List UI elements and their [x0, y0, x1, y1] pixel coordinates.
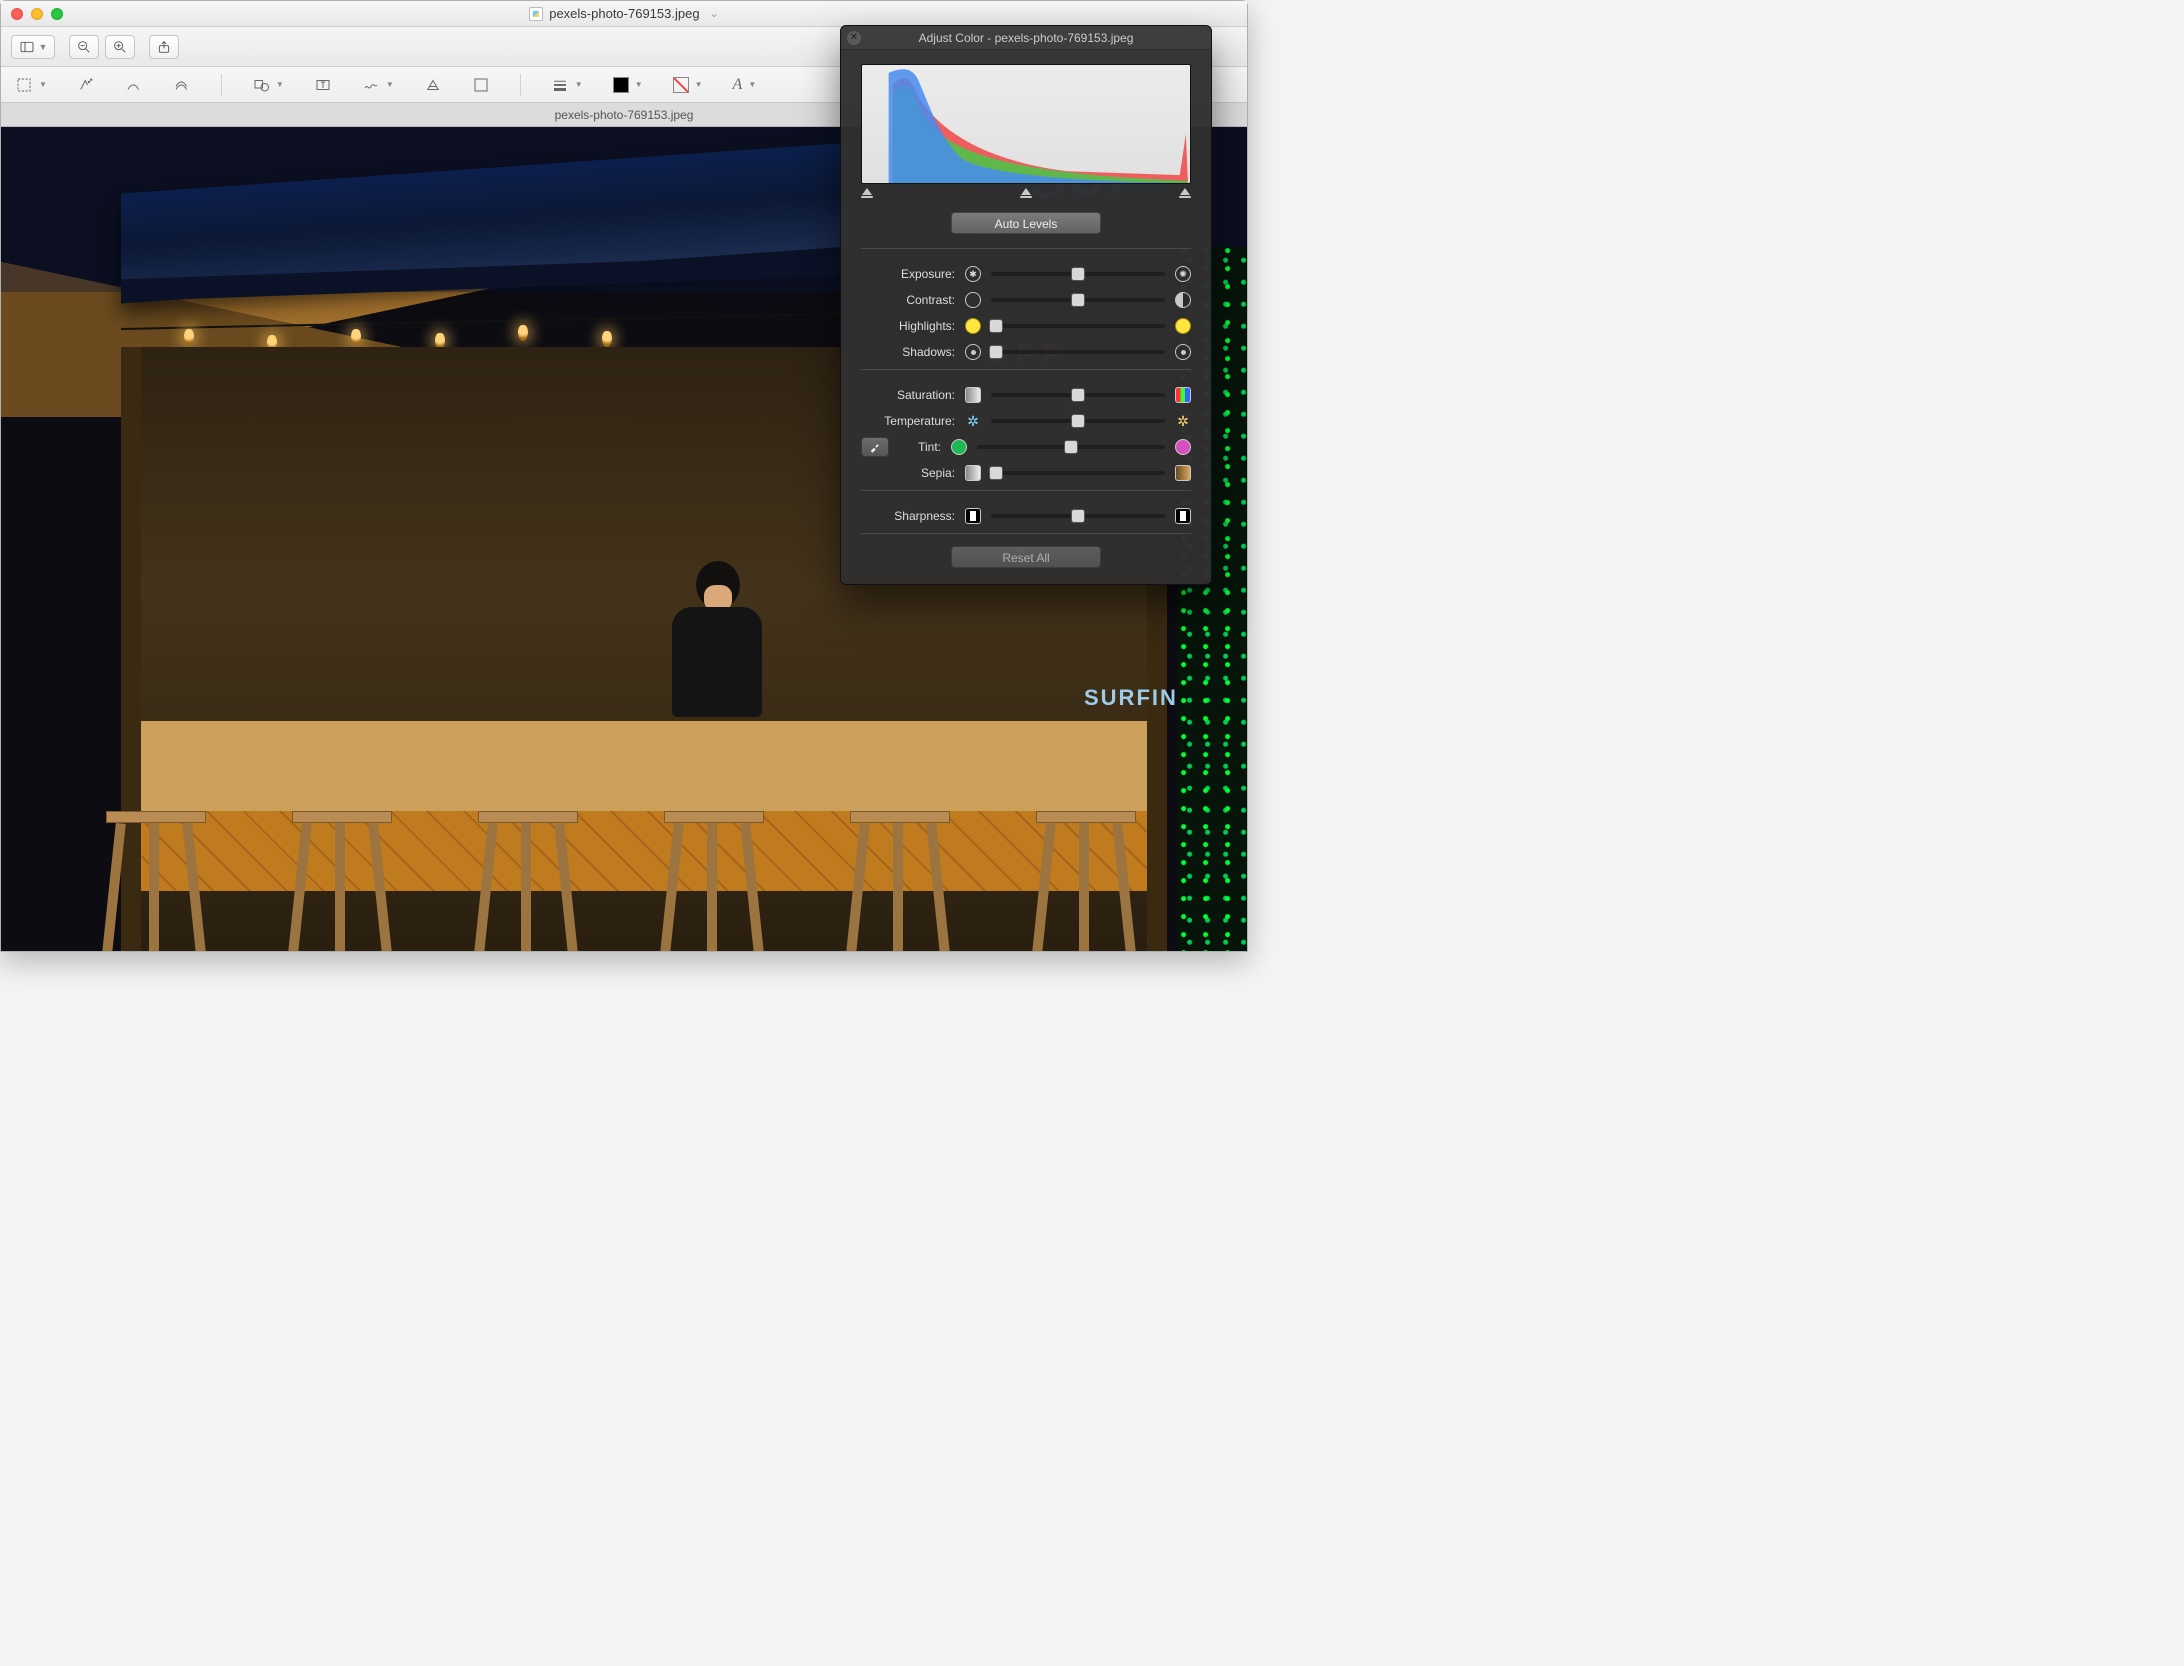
- zoom-in-button[interactable]: [105, 35, 135, 59]
- share-button[interactable]: [149, 35, 179, 59]
- temperature-slider[interactable]: [991, 419, 1165, 423]
- sidebar-toggle-button[interactable]: ▼: [11, 35, 55, 59]
- sepia-label: Sepia:: [861, 466, 955, 480]
- shadows-high-icon: [1175, 344, 1191, 360]
- close-window-button[interactable]: [11, 8, 23, 20]
- font-style-tool[interactable]: A▼: [733, 76, 757, 94]
- shadows-row: Shadows:: [861, 339, 1191, 365]
- preview-window: pexels-photo-769153.jpeg ⌄ ▼: [0, 0, 1248, 952]
- high-contrast-icon: [1175, 292, 1191, 308]
- white-point-handle[interactable]: [1179, 188, 1191, 198]
- saturation-label: Saturation:: [861, 388, 955, 402]
- fill-color-tool[interactable]: ▼: [673, 77, 703, 93]
- nofill-swatch-icon: [673, 77, 689, 93]
- highlights-high-icon: [1175, 318, 1191, 334]
- exposure-slider[interactable]: [991, 272, 1165, 276]
- saturation-row: Saturation:: [861, 382, 1191, 408]
- minimize-window-button[interactable]: [31, 8, 43, 20]
- soft-icon: [965, 508, 981, 524]
- line-weight-tool[interactable]: ▼: [551, 76, 583, 94]
- exposure-row: Exposure: ✱ ✺: [861, 261, 1191, 287]
- saturation-slider[interactable]: [991, 393, 1165, 397]
- shadows-slider[interactable]: [991, 350, 1165, 354]
- document-tab-label: pexels-photo-769153.jpeg: [555, 108, 694, 122]
- shadows-low-icon: [965, 344, 981, 360]
- temperature-row: Temperature: ✲ ✲: [861, 408, 1191, 434]
- levels-ticks: [861, 188, 1191, 198]
- adjust-color-titlebar[interactable]: ✕ Adjust Color - pexels-photo-769153.jpe…: [841, 26, 1211, 50]
- sepia-row: Sepia:: [861, 460, 1191, 486]
- tint-label: Tint:: [895, 440, 941, 454]
- sepia-on-icon: [1175, 465, 1191, 481]
- adjust-color-title: Adjust Color - pexels-photo-769153.jpeg: [919, 31, 1134, 45]
- sharpness-row: Sharpness:: [861, 503, 1191, 529]
- instant-alpha-tool[interactable]: [77, 76, 95, 94]
- contrast-row: Contrast:: [861, 287, 1191, 313]
- window-title-text: pexels-photo-769153.jpeg: [549, 6, 699, 21]
- zoom-window-button[interactable]: [51, 8, 63, 20]
- title-disclosure-icon[interactable]: ⌄: [710, 7, 719, 20]
- sepia-slider[interactable]: [991, 471, 1165, 475]
- close-panel-button[interactable]: ✕: [847, 31, 861, 45]
- adjust-size-tool[interactable]: [472, 76, 490, 94]
- highlights-label: Highlights:: [861, 319, 955, 333]
- draw-tool[interactable]: [125, 76, 143, 94]
- saturated-icon: [1175, 387, 1191, 403]
- low-contrast-icon: [965, 292, 981, 308]
- mid-point-handle[interactable]: [1020, 188, 1032, 198]
- sharp-icon: [1175, 508, 1191, 524]
- window-title: pexels-photo-769153.jpeg ⌄: [1, 6, 1247, 21]
- desaturated-icon: [965, 387, 981, 403]
- shadows-label: Shadows:: [861, 345, 955, 359]
- text-tool[interactable]: [314, 76, 332, 94]
- sign-tool[interactable]: ▼: [362, 76, 394, 94]
- highlights-slider[interactable]: [991, 324, 1165, 328]
- tint-slider[interactable]: [977, 445, 1165, 449]
- histogram: [861, 64, 1191, 184]
- black-point-handle[interactable]: [861, 188, 873, 198]
- eyedropper-button[interactable]: [861, 437, 889, 457]
- adjust-color-panel[interactable]: ✕ Adjust Color - pexels-photo-769153.jpe…: [840, 25, 1212, 585]
- black-swatch-icon: [613, 77, 629, 93]
- shapes-tool[interactable]: ▼: [252, 76, 284, 94]
- exposure-label: Exposure:: [861, 267, 955, 281]
- aperture-closed-icon: ✱: [965, 266, 981, 282]
- selection-tool[interactable]: ▼: [15, 76, 47, 94]
- sepia-off-icon: [965, 465, 981, 481]
- sketch-tool[interactable]: [173, 76, 191, 94]
- temperature-label: Temperature:: [861, 414, 955, 428]
- zoom-out-button[interactable]: [69, 35, 99, 59]
- warm-temp-icon: ✲: [1175, 413, 1191, 429]
- highlights-low-icon: [965, 318, 981, 334]
- document-icon: [529, 7, 543, 21]
- contrast-label: Contrast:: [861, 293, 955, 307]
- window-titlebar: pexels-photo-769153.jpeg ⌄: [1, 1, 1247, 27]
- highlights-row: Highlights:: [861, 313, 1191, 339]
- sharpness-label: Sharpness:: [861, 509, 955, 523]
- auto-levels-button[interactable]: Auto Levels: [951, 212, 1101, 234]
- tint-green-icon: [951, 439, 967, 455]
- traffic-lights: [11, 8, 63, 20]
- aperture-open-icon: ✺: [1175, 266, 1191, 282]
- cool-temp-icon: ✲: [965, 413, 981, 429]
- reset-all-button[interactable]: Reset All: [951, 546, 1101, 568]
- contrast-slider[interactable]: [991, 298, 1165, 302]
- tint-row: Tint:: [861, 434, 1191, 460]
- stroke-color-tool[interactable]: ▼: [613, 77, 643, 93]
- chevron-down-icon: ▼: [39, 42, 48, 52]
- sharpness-slider[interactable]: [991, 514, 1165, 518]
- tint-magenta-icon: [1175, 439, 1191, 455]
- adjust-color-tool[interactable]: [424, 76, 442, 94]
